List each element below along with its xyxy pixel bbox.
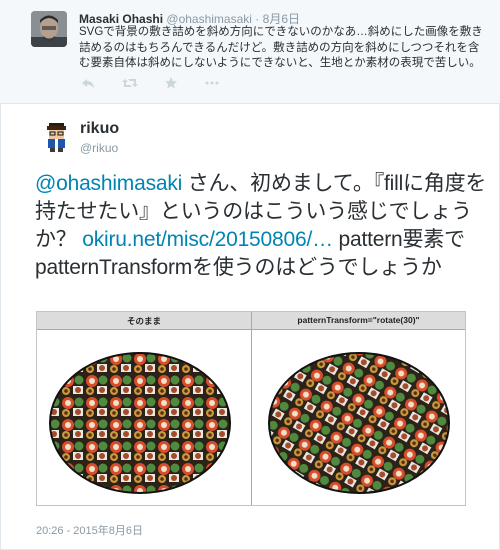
- tweet-text: @ohashimasaki さん、初めまして。『fillに角度を持たせたい』とい…: [35, 170, 490, 282]
- more-icon[interactable]: [205, 76, 219, 90]
- favorite-icon[interactable]: [164, 76, 178, 90]
- tweet-media-image[interactable]: そのまま patternTransform="rotate(30)": [36, 311, 466, 506]
- url-link[interactable]: okiru.net/misc/20150806/…: [82, 228, 333, 251]
- avatar[interactable]: [31, 11, 67, 47]
- pattern-ellipse-plain: [37, 330, 250, 505]
- author-handle[interactable]: @ohashimasaki: [166, 12, 252, 26]
- avatar[interactable]: [40, 120, 73, 153]
- author-name[interactable]: Masaki Ohashi: [79, 12, 163, 26]
- mention-link[interactable]: @ohashimasaki: [35, 172, 182, 195]
- author-name[interactable]: rikuo: [80, 120, 119, 138]
- pattern-ellipse-rotated: [252, 330, 465, 505]
- parent-tweet[interactable]: Masaki Ohashi @ohashimasaki · 8月6日 SVGで背…: [0, 0, 500, 104]
- reply-icon[interactable]: [81, 76, 95, 90]
- tweet-text: SVGで背景の敷き詰めを斜め方向にできないのかなあ…斜めにした画像を敷き詰めるの…: [79, 26, 483, 69]
- tweet-timestamp[interactable]: 20:26 - 2015年8月6日: [36, 522, 143, 538]
- column-label-right: patternTransform="rotate(30)": [297, 315, 420, 325]
- column-label-left: そのまま: [126, 316, 161, 326]
- tweet-date[interactable]: 8月6日: [263, 12, 300, 26]
- separator: ·: [255, 12, 260, 26]
- author-handle[interactable]: @rikuo: [80, 141, 118, 155]
- retweet-icon[interactable]: [122, 76, 138, 90]
